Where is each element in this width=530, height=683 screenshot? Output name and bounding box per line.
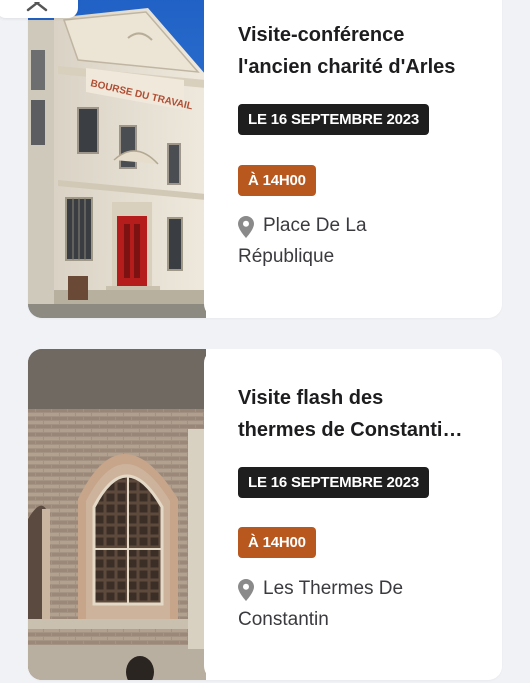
event-title-line: Visite flash des xyxy=(238,387,384,409)
event-card[interactable]: Visite flash des thermes de Constanti… L… xyxy=(28,349,502,680)
location-line: République xyxy=(238,246,335,267)
event-location: Place De La République xyxy=(238,210,492,267)
event-card[interactable]: BOURSE DU TRAVAIL Visite-conférence l'an… xyxy=(28,0,502,318)
location-line: Constantin xyxy=(238,609,329,630)
event-title[interactable]: Visite flash des thermes de Constanti… xyxy=(238,382,488,446)
event-title[interactable]: Visite-conférence l'ancien charité d'Arl… xyxy=(238,19,488,83)
time-badge: À 14H00 xyxy=(238,527,316,558)
event-image-bourse-du-travail: BOURSE DU TRAVAIL xyxy=(28,0,206,318)
location-line: Les Thermes De xyxy=(263,578,404,599)
date-badge: LE 16 SEPTEMBRE 2023 xyxy=(238,104,430,135)
map-pin-icon xyxy=(238,216,254,238)
event-title-line: l'ancien charité d'Arles xyxy=(238,56,456,78)
close-button[interactable] xyxy=(0,0,78,18)
event-location: Les Thermes De Constantin xyxy=(238,573,492,630)
date-badge: LE 16 SEPTEMBRE 2023 xyxy=(238,467,430,498)
time-badge: À 14H00 xyxy=(238,165,316,196)
event-title-line: Visite-conférence xyxy=(238,24,405,46)
event-title-line: thermes de Constanti… xyxy=(238,419,463,441)
close-icon xyxy=(26,2,48,12)
map-pin-icon xyxy=(238,579,254,601)
location-line: Place De La xyxy=(263,215,367,236)
event-image-thermes-de-constantin xyxy=(28,349,206,680)
